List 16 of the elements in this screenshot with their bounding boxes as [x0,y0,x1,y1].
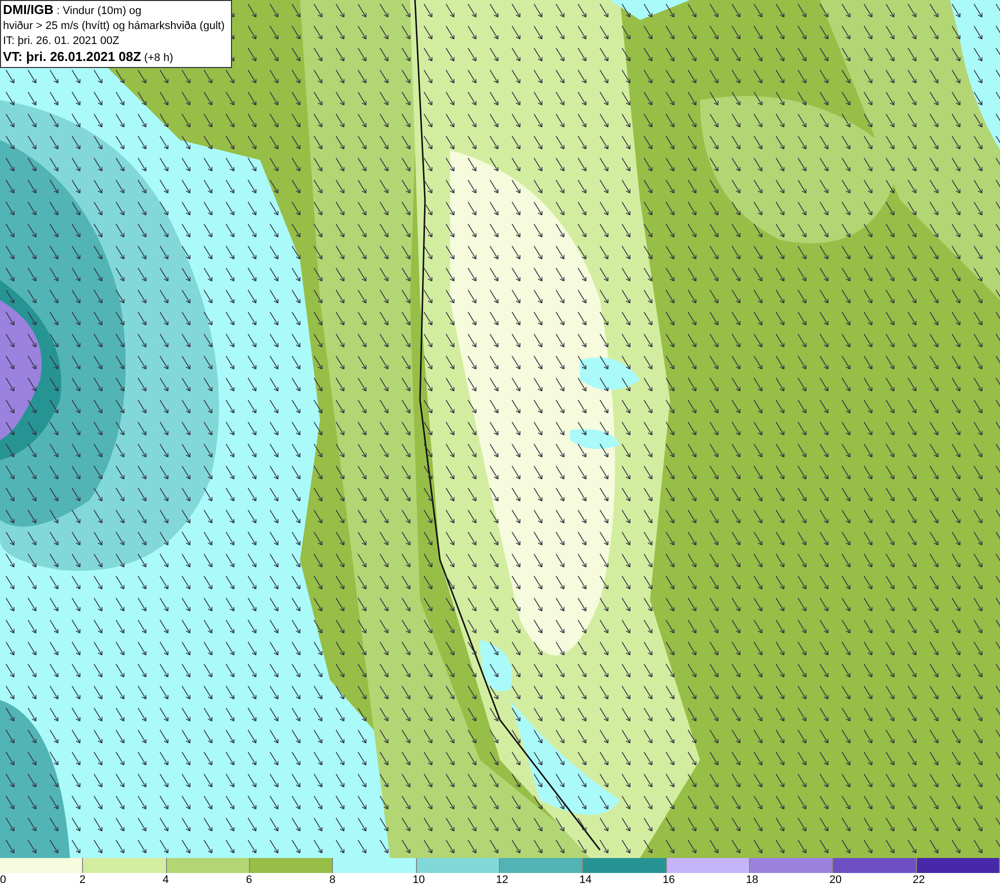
legend-label: 4 [162,873,169,887]
legend-label: 18 [746,873,758,887]
legend-label: 0 [0,873,6,887]
legend-label: 8 [329,873,336,887]
legend-label: 6 [246,873,252,887]
legend-label: 10 [412,873,425,887]
info-text: VT: þri. 26.01.2021 08Z (+8 h) [3,49,174,66]
info-text: IT: þri. 26. 01. 2021 00Z [3,34,120,49]
info-text: hviður > 25 m/s (hvítt) og hámarkshviða (gult) [3,19,225,34]
legend-label: 14 [579,873,592,887]
legend-label: 16 [662,873,675,887]
legend-label: 20 [829,873,842,887]
info-text: DMI/IGB : Vindur (10m) og [3,2,142,19]
legend-label: 2 [79,873,86,887]
legend-label: 22 [912,873,925,887]
legend-label: 12 [496,873,508,887]
